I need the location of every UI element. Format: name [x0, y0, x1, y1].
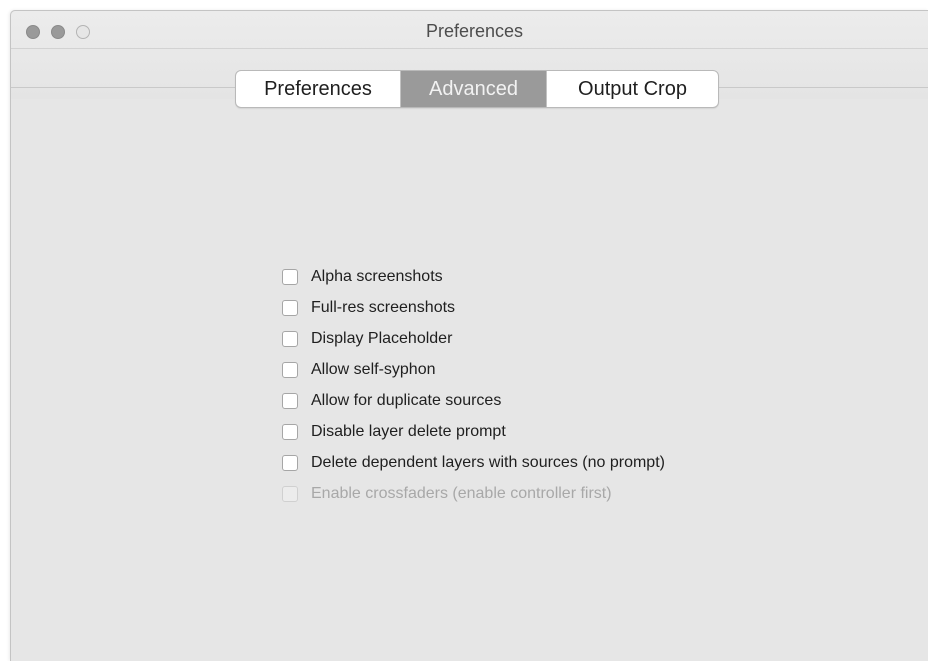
- option-label: Full-res screenshots: [311, 298, 456, 316]
- full-res-screenshots-checkbox[interactable]: [282, 299, 298, 316]
- allow-self-syphon-checkbox[interactable]: [282, 361, 298, 378]
- option-delete-dependent-layers[interactable]: Delete dependent layers with sources (no…: [282, 447, 665, 478]
- option-label: Allow self-syphon: [311, 360, 436, 378]
- delete-dependent-layers-checkbox[interactable]: [282, 454, 298, 471]
- preferences-window: Preferences Preferences Advanced Output …: [10, 10, 928, 661]
- tab-preferences[interactable]: Preferences: [236, 71, 401, 107]
- tab-advanced[interactable]: Advanced: [401, 71, 546, 107]
- option-allow-duplicate-sources[interactable]: Allow for duplicate sources: [282, 385, 665, 416]
- option-label: Enable crossfaders (enable controller fi…: [311, 484, 612, 502]
- option-label: Allow for duplicate sources: [311, 391, 502, 409]
- advanced-options-list: Alpha screenshots Full-res screenshots D…: [282, 261, 665, 509]
- window-title: Preferences: [425, 21, 524, 41]
- tab-output-crop[interactable]: Output Crop: [546, 71, 718, 107]
- option-label: Disable layer delete prompt: [311, 422, 506, 440]
- option-alpha-screenshots[interactable]: Alpha screenshots: [282, 261, 665, 292]
- display-placeholder-checkbox[interactable]: [282, 330, 298, 347]
- alpha-screenshots-checkbox[interactable]: [282, 268, 298, 285]
- option-enable-crossfaders: Enable crossfaders (enable controller fi…: [282, 478, 665, 509]
- option-disable-layer-delete-prompt[interactable]: Disable layer delete prompt: [282, 416, 665, 447]
- enable-crossfaders-checkbox: [282, 485, 298, 502]
- option-label: Display Placeholder: [311, 329, 453, 347]
- tab-segmented-control: Preferences Advanced Output Crop: [235, 70, 719, 108]
- option-full-res-screenshots[interactable]: Full-res screenshots: [282, 292, 665, 323]
- option-label: Delete dependent layers with sources (no…: [311, 453, 665, 471]
- toolbar-divider: [11, 48, 928, 49]
- option-label: Alpha screenshots: [311, 267, 443, 285]
- option-allow-self-syphon[interactable]: Allow self-syphon: [282, 354, 665, 385]
- option-display-placeholder[interactable]: Display Placeholder: [282, 323, 665, 354]
- disable-layer-delete-prompt-checkbox[interactable]: [282, 423, 298, 440]
- allow-duplicate-sources-checkbox[interactable]: [282, 392, 298, 409]
